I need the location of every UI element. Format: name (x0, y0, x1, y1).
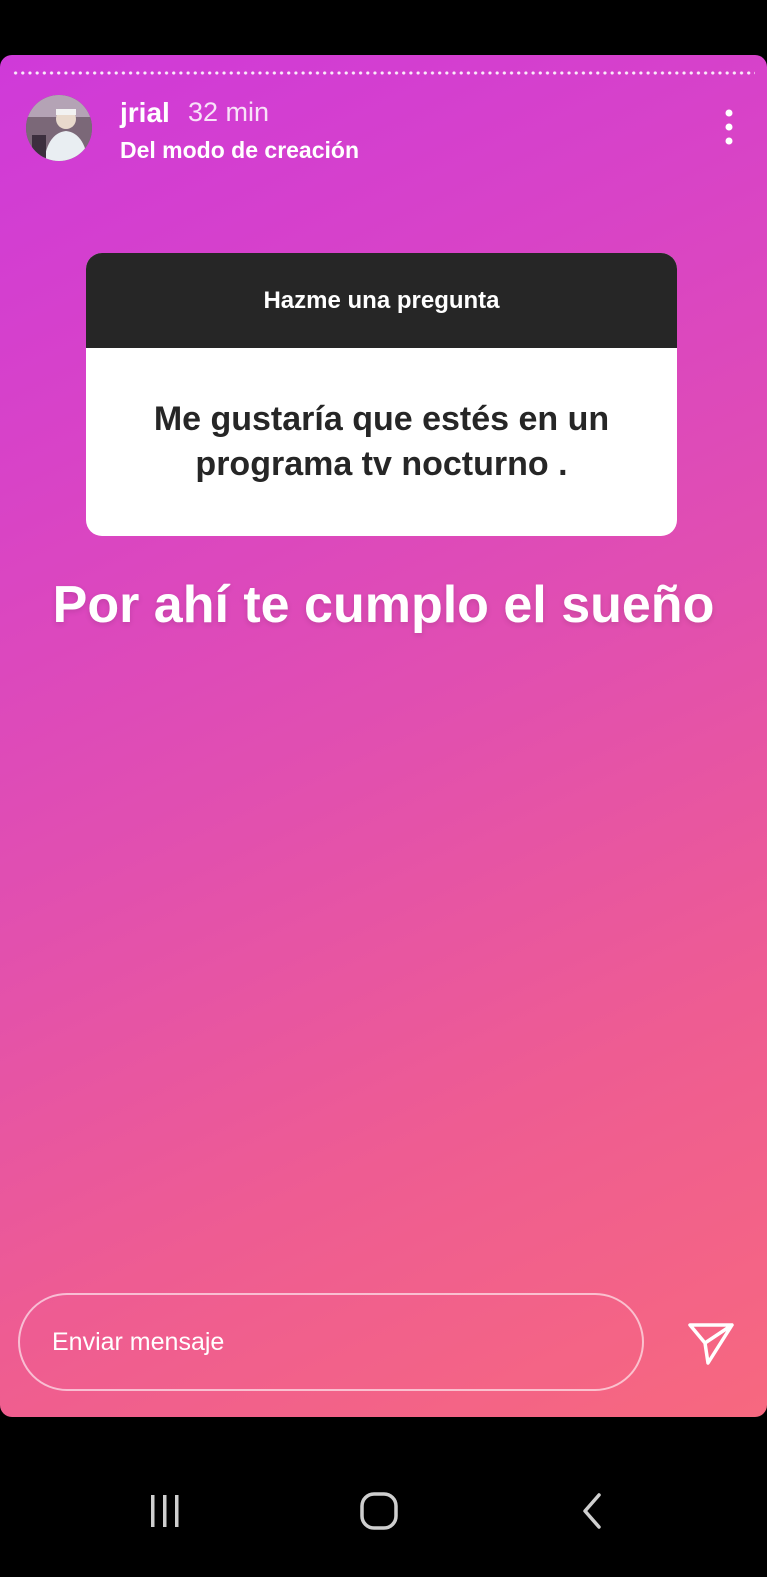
system-nav-bar (0, 1417, 767, 1577)
home-icon[interactable] (349, 1481, 409, 1541)
avatar[interactable] (26, 95, 92, 161)
back-icon[interactable] (563, 1481, 623, 1541)
recent-apps-icon[interactable] (135, 1481, 195, 1541)
username[interactable]: jrial (120, 97, 170, 129)
question-sticker[interactable]: Hazme una pregunta Me gustaría que estés… (86, 253, 677, 536)
story-header: jrial 32 min Del modo de creación (26, 95, 741, 165)
message-placeholder: Enviar mensaje (52, 1327, 225, 1356)
story-answer-text: Por ahí te cumplo el sueño (52, 576, 715, 634)
send-message-input[interactable]: Enviar mensaje (18, 1293, 644, 1391)
post-time: 32 min (188, 97, 270, 127)
phone-screen: jrial 32 min Del modo de creación Hazme … (0, 0, 767, 1577)
send-icon[interactable] (686, 1321, 736, 1367)
story-view[interactable]: jrial 32 min Del modo de creación Hazme … (0, 55, 767, 1417)
question-sticker-text: Me gustaría que estés en un programa tv … (153, 400, 610, 483)
story-subtitle[interactable]: Del modo de creación (120, 137, 359, 164)
story-progress-bar (12, 71, 755, 75)
question-sticker-header: Hazme una pregunta (86, 253, 677, 348)
more-vertical-icon[interactable] (717, 107, 741, 147)
